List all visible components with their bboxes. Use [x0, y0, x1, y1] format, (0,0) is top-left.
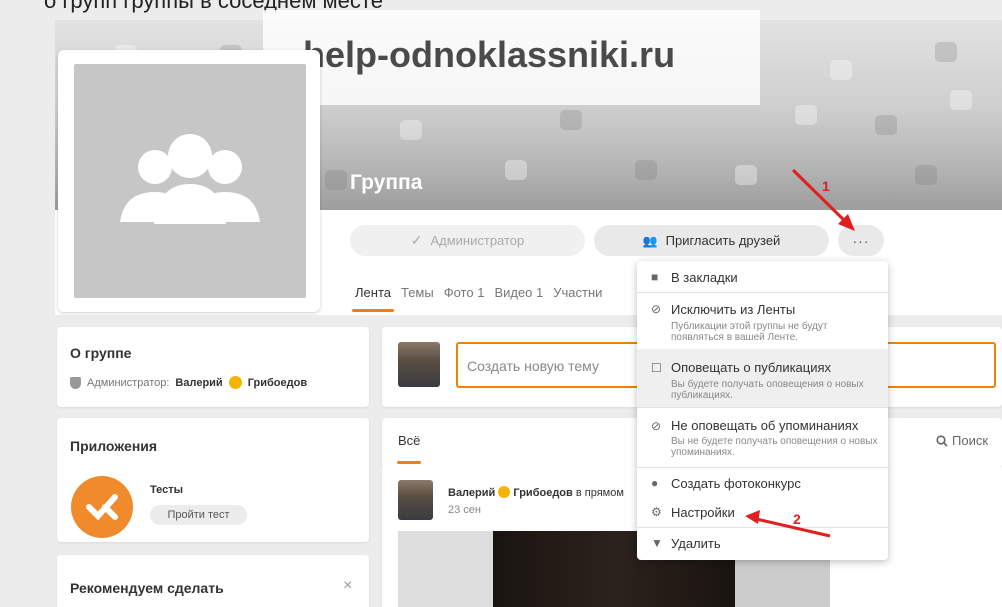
more-icon: ··· [852, 232, 870, 249]
menu-item-delete[interactable]: ▼ Удалить [637, 528, 888, 559]
post-date: 23 сен [448, 504, 481, 516]
post-author-suffix: в прямом [575, 487, 624, 499]
tab-members[interactable]: Участни [553, 285, 602, 300]
tab-feed[interactable]: Лента [355, 285, 391, 300]
group-title: Группа [350, 171, 423, 194]
menu-item-label: Удалить [671, 536, 721, 551]
invite-button-label: Пригласить друзей [665, 233, 781, 248]
post-author-avatar[interactable] [398, 480, 433, 520]
user-avatar[interactable] [398, 342, 440, 387]
invite-friends-button[interactable]: 👥 Пригласить друзей [594, 225, 829, 256]
smile-icon [498, 486, 511, 498]
menu-item-desc: Вы будете получать оповещения о новых пу… [671, 379, 864, 401]
menu-item-label: Не оповещать об упоминаниях [671, 418, 859, 433]
menu-item-label: Оповещать о публикациях [671, 360, 832, 375]
notify-icon: ☐ [651, 361, 662, 375]
shield-icon [70, 376, 81, 389]
trash-icon: ▼ [651, 536, 663, 550]
annotation-number-1: 1 [822, 178, 830, 194]
group-users-icon [120, 134, 260, 224]
watermark: help-odnoklassniki.ru [263, 10, 760, 105]
admin-last-name[interactable]: Грибоедов [248, 377, 307, 389]
menu-item-settings[interactable]: ⚙ Настройки [637, 498, 888, 527]
eye-off-icon: ⊘ [651, 302, 662, 316]
menu-item-photo-contest[interactable]: ● Создать фотоконкурс [637, 468, 888, 498]
post-author: Валерий Грибоедов в прямом [448, 486, 624, 499]
admin-button[interactable]: ✓ Администратор [350, 225, 585, 256]
check-cross-icon [86, 494, 118, 521]
smile-icon [228, 376, 242, 389]
about-title: О группе [70, 345, 132, 361]
menu-item-notify-posts[interactable]: ☐ Оповещать о публикациях Вы будете полу… [637, 349, 888, 407]
medal-icon: ● [651, 476, 659, 490]
post-author-last[interactable]: Грибоедов [513, 487, 572, 499]
feed-search[interactable]: Поиск [936, 433, 988, 448]
users-icon: 👥 [642, 233, 658, 248]
tab-topics[interactable]: Темы [401, 285, 434, 300]
menu-item-label: Настройки [671, 505, 735, 520]
about-card [57, 327, 369, 407]
search-icon [936, 434, 948, 447]
mute-icon: ⊘ [651, 419, 662, 433]
post-author-first[interactable]: Валерий [448, 487, 495, 499]
tab-active-indicator [352, 309, 394, 312]
admin-prefix: Администратор: [87, 376, 170, 389]
menu-item-mute-mentions[interactable]: ⊘ Не оповещать об упоминаниях Вы не буде… [637, 408, 888, 466]
more-button[interactable]: ··· [838, 225, 884, 256]
feed-search-label: Поиск [952, 433, 989, 448]
recommend-title: Рекомендуем сделать [70, 580, 224, 596]
watermark-text: help-odnoklassniki.ru [303, 34, 676, 75]
group-tabs: Лента Темы Фото 1 Видео 1 Участни [355, 285, 602, 300]
menu-item-desc: Публикации этой группы не будут появлять… [671, 321, 828, 343]
about-admin: Администратор: Валерий Грибоедов [70, 376, 307, 389]
page: о групп группы в соседнем месте Группа h… [0, 0, 1002, 607]
close-icon[interactable]: × [343, 577, 352, 595]
apps-title: Приложения [70, 438, 158, 454]
bookmark-icon: ■ [651, 270, 659, 284]
feed-filter-all[interactable]: Всё [398, 433, 420, 448]
tab-photos[interactable]: Фото 1 [444, 285, 485, 300]
check-icon: ✓ [410, 232, 423, 248]
menu-item-desc: Вы не будете получать оповещения о новых… [671, 436, 878, 458]
take-test-button[interactable]: Пройти тест [150, 505, 247, 525]
feed-filter-indicator [397, 461, 421, 464]
menu-item-label: Исключить из Ленты [671, 302, 796, 317]
menu-item-label: В закладки [671, 270, 738, 285]
group-avatar[interactable] [74, 64, 306, 298]
admin-button-label: Администратор [430, 233, 525, 248]
app-name[interactable]: Тесты [150, 484, 183, 496]
gear-icon: ⚙ [651, 505, 662, 519]
annotation-number-2: 2 [793, 511, 801, 527]
menu-item-exclude-feed[interactable]: ⊘ Исключить из Ленты Публикации этой гру… [637, 293, 888, 348]
menu-item-bookmark[interactable]: ■ В закладки [637, 261, 888, 292]
admin-first-name[interactable]: Валерий [175, 377, 222, 389]
tests-app-icon[interactable] [71, 476, 133, 538]
new-topic-placeholder: Создать новую тему [467, 358, 599, 374]
menu-item-label: Создать фотоконкурс [671, 476, 801, 491]
group-actions-menu: ■ В закладки ⊘ Исключить из Ленты Публик… [637, 261, 888, 560]
tab-videos[interactable]: Видео 1 [494, 285, 543, 300]
